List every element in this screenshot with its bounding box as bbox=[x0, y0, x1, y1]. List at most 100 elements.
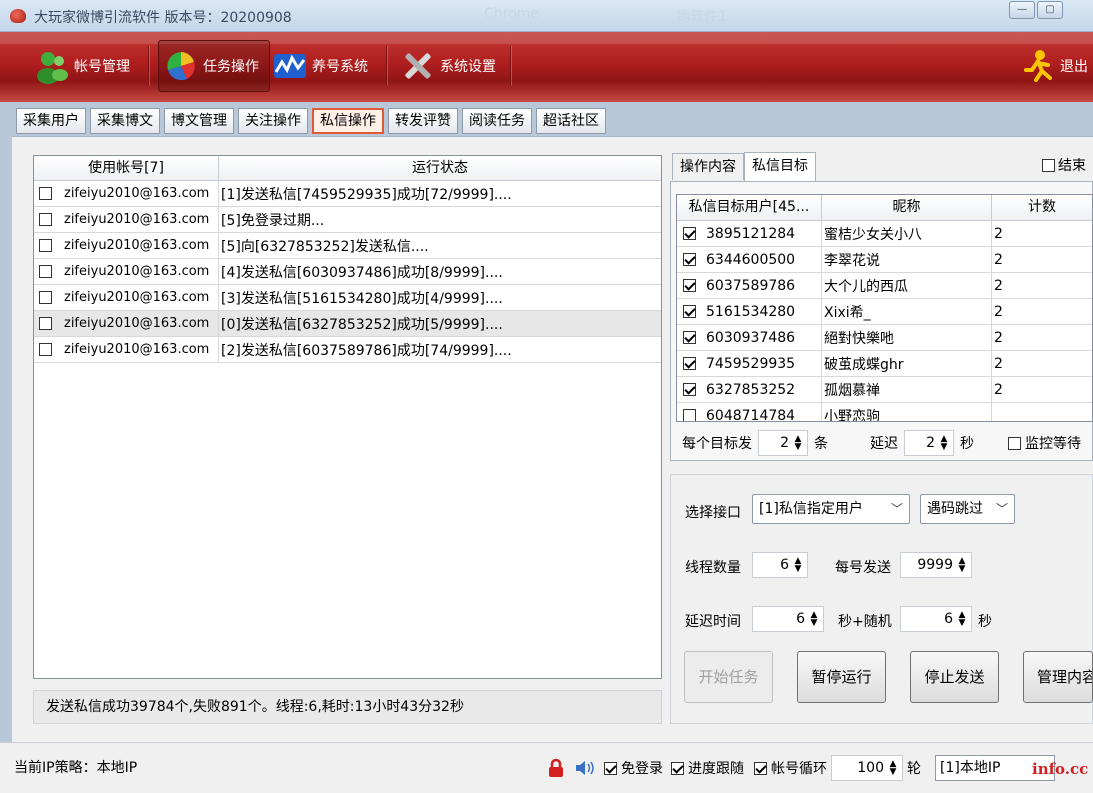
per-target-stepper[interactable]: 2 ▲ ▼ bbox=[758, 430, 808, 456]
tab-message-targets[interactable]: 私信目标 bbox=[744, 152, 816, 181]
spin-arrows-icon[interactable]: ▲ ▼ bbox=[793, 435, 803, 452]
manage-content-button[interactable]: 管理内容 bbox=[1023, 651, 1093, 703]
spin-arrows-icon[interactable]: ▲ ▼ bbox=[809, 611, 819, 628]
maximize-button[interactable]: ▢ bbox=[1037, 1, 1063, 19]
spin-arrows-icon[interactable]: ▲ ▼ bbox=[957, 557, 967, 574]
account-table: 使用帐号[7] 运行状态 zifeiyu2010@163.com [1]发送私信[… bbox=[33, 155, 662, 679]
table-row[interactable]: zifeiyu2010@163.com [0]发送私信[6327853252]成功… bbox=[34, 311, 661, 337]
per-account-stepper[interactable]: 9999 ▲ ▼ bbox=[900, 552, 972, 578]
window-title: 大玩家微博引流软件 版本号：20200908 bbox=[34, 10, 292, 26]
lock-icon[interactable] bbox=[548, 758, 564, 778]
minimize-button[interactable]: — bbox=[1009, 1, 1035, 19]
row-checkbox[interactable] bbox=[39, 239, 52, 252]
status-cell: [4]发送私信[6030937486]成功[8/9999].... bbox=[221, 264, 503, 281]
spin-arrows-icon[interactable]: ▲ ▼ bbox=[939, 435, 949, 452]
progress-follow-checkbox[interactable] bbox=[671, 761, 684, 775]
sub-tabs: 采集用户 采集博文 博文管理 关注操作 私信操作 转发评赞 阅读任务 超话社区 bbox=[16, 108, 610, 134]
row-checkbox[interactable] bbox=[683, 305, 696, 318]
row-checkbox[interactable] bbox=[39, 265, 52, 278]
row-checkbox[interactable] bbox=[683, 409, 696, 421]
table-row[interactable]: 6030937486 絕對快樂吔 2 bbox=[677, 325, 1092, 351]
header-account[interactable]: 使用帐号[7] bbox=[34, 156, 219, 180]
table-row[interactable]: zifeiyu2010@163.com [5]免登录过期... bbox=[34, 207, 661, 233]
header-status[interactable]: 运行状态 bbox=[219, 156, 661, 180]
header-nickname[interactable]: 昵称 bbox=[822, 195, 992, 220]
threads-stepper[interactable]: 6 ▲ ▼ bbox=[752, 552, 808, 578]
checkbox[interactable] bbox=[1042, 158, 1055, 172]
row-checkbox[interactable] bbox=[39, 291, 52, 304]
count-cell bbox=[992, 403, 1092, 421]
end-label: 结束 bbox=[1058, 158, 1086, 174]
row-checkbox[interactable] bbox=[39, 187, 52, 200]
table-row[interactable]: 6037589786 大个儿的西瓜 2 bbox=[677, 273, 1092, 299]
table-row[interactable]: 6344600500 李翠花说 2 bbox=[677, 247, 1092, 273]
toolbar-account-manage[interactable]: 帐号管理 bbox=[34, 40, 130, 92]
count-cell: 2 bbox=[994, 303, 1003, 320]
row-checkbox[interactable] bbox=[39, 343, 52, 356]
random-unit: 秒 bbox=[978, 614, 992, 630]
table-row[interactable]: zifeiyu2010@163.com [5]向[6327853252]发送私信.… bbox=[34, 233, 661, 259]
monitor-checkbox[interactable] bbox=[1008, 436, 1021, 450]
header-count[interactable]: 计数 bbox=[992, 195, 1092, 220]
tab-repost-comment[interactable]: 转发评赞 bbox=[388, 108, 458, 134]
table-row[interactable]: 6327853252 孤烟慕禅 2 bbox=[677, 377, 1092, 403]
delay-time-stepper[interactable]: 6 ▲ ▼ bbox=[752, 606, 824, 632]
stop-send-button[interactable]: 停止发送 bbox=[910, 651, 999, 703]
tab-follow-operate[interactable]: 关注操作 bbox=[238, 108, 308, 134]
account-cell: zifeiyu2010@163.com bbox=[34, 259, 219, 284]
tab-operation-content[interactable]: 操作内容 bbox=[672, 153, 744, 180]
table-row[interactable]: 7459529935 破茧成蝶ghr 2 bbox=[677, 351, 1092, 377]
table-row[interactable]: 3895121284 蜜桔少女关小八 2 bbox=[677, 221, 1092, 247]
count-cell: 2 bbox=[994, 355, 1003, 372]
spin-arrows-icon[interactable]: ▲ ▼ bbox=[793, 557, 803, 574]
interface-select[interactable]: [1]私信指定用户 ﹀ bbox=[752, 494, 910, 524]
row-checkbox[interactable] bbox=[39, 317, 52, 330]
toolbar-account-nurture[interactable]: 养号系统 bbox=[272, 40, 368, 92]
random-stepper[interactable]: 6 ▲ ▼ bbox=[900, 606, 972, 632]
row-checkbox[interactable] bbox=[683, 279, 696, 292]
table-row[interactable]: zifeiyu2010@163.com [3]发送私信[5161534280]成功… bbox=[34, 285, 661, 311]
toolbar-system-settings[interactable]: 系统设置 bbox=[400, 40, 496, 92]
tab-collect-posts[interactable]: 采集博文 bbox=[90, 108, 160, 134]
captcha-select[interactable]: 遇码跳过 ﹀ bbox=[920, 494, 1015, 524]
start-task-button[interactable]: 开始任务 bbox=[684, 651, 773, 703]
toolbar-task-operate[interactable]: 任务操作 bbox=[158, 40, 270, 92]
spin-arrows-icon[interactable]: ▲ ▼ bbox=[957, 611, 967, 628]
end-checkbox[interactable]: 结束 bbox=[1042, 155, 1086, 175]
row-checkbox[interactable] bbox=[39, 213, 52, 226]
toolbar-label: 养号系统 bbox=[312, 59, 368, 75]
tab-private-message[interactable]: 私信操作 bbox=[312, 108, 384, 134]
spin-arrows-icon[interactable]: ▲ ▼ bbox=[888, 760, 898, 777]
threads-label: 线程数量 bbox=[685, 560, 741, 576]
row-checkbox[interactable] bbox=[683, 253, 696, 266]
pause-button[interactable]: 暂停运行 bbox=[797, 651, 886, 703]
status-cell: [3]发送私信[5161534280]成功[4/9999].... bbox=[221, 290, 503, 307]
no-login-checkbox[interactable] bbox=[604, 761, 617, 775]
table-row[interactable]: 6048714784 小野恋驹 bbox=[677, 403, 1092, 421]
rounds-unit: 轮 bbox=[907, 761, 921, 777]
table-row[interactable]: zifeiyu2010@163.com [1]发送私信[7459529935]成功… bbox=[34, 181, 661, 207]
main-toolbar: 帐号管理 任务操作 养号系统 系统设置 退出 bbox=[0, 32, 1093, 102]
table-row[interactable]: 5161534280 Xixi希_ 2 bbox=[677, 299, 1092, 325]
exit-button[interactable]: 退出 bbox=[1020, 40, 1088, 92]
speaker-icon[interactable] bbox=[574, 759, 596, 777]
chevron-down-icon: ﹀ bbox=[890, 502, 903, 516]
table-row[interactable]: zifeiyu2010@163.com [4]发送私信[6030937486]成功… bbox=[34, 259, 661, 285]
rounds-stepper[interactable]: 100 ▲ ▼ bbox=[831, 755, 903, 781]
delay-stepper[interactable]: 2 ▲ ▼ bbox=[904, 430, 954, 456]
table-row[interactable]: zifeiyu2010@163.com [2]发送私信[6037589786]成功… bbox=[34, 337, 661, 363]
account-loop-checkbox[interactable] bbox=[754, 761, 767, 775]
header-target-user[interactable]: 私信目标用户[45... bbox=[677, 195, 822, 220]
tab-super-topic[interactable]: 超话社区 bbox=[536, 108, 606, 134]
target-id-cell: 6344600500 bbox=[677, 247, 822, 272]
tab-post-manage[interactable]: 博文管理 bbox=[164, 108, 234, 134]
row-checkbox[interactable] bbox=[683, 331, 696, 344]
nickname-cell: Xixi希_ bbox=[822, 299, 992, 324]
tab-read-task[interactable]: 阅读任务 bbox=[462, 108, 532, 134]
row-checkbox[interactable] bbox=[683, 357, 696, 370]
count-cell: 2 bbox=[994, 381, 1003, 398]
toolbar-label: 任务操作 bbox=[203, 59, 259, 75]
row-checkbox[interactable] bbox=[683, 383, 696, 396]
tab-collect-users[interactable]: 采集用户 bbox=[16, 108, 86, 134]
row-checkbox[interactable] bbox=[683, 227, 696, 240]
